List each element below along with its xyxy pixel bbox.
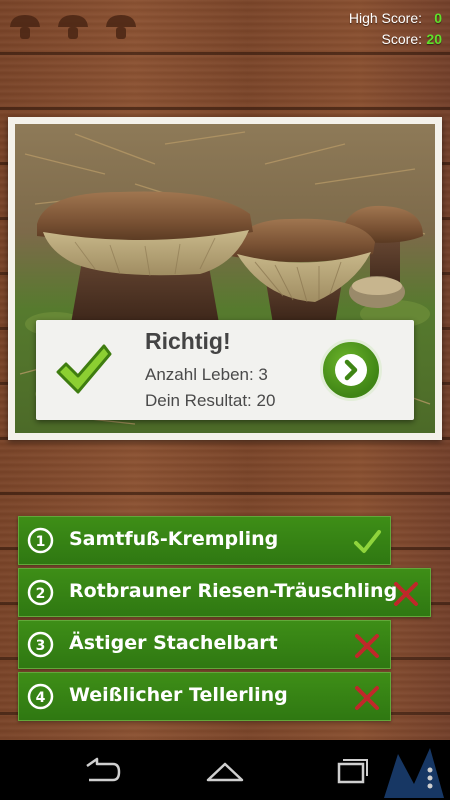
- checkmark-icon: [354, 530, 381, 553]
- high-score-value: 0: [434, 10, 442, 26]
- system-navigation-bar: [0, 740, 450, 800]
- watermark-logo: [384, 748, 444, 798]
- svg-text:2: 2: [36, 586, 46, 602]
- mushroom-icon: [10, 15, 40, 39]
- svg-text:4: 4: [36, 690, 46, 706]
- x-icon: [355, 634, 379, 658]
- number-circle-icon: 4: [27, 683, 54, 710]
- high-score-row: High Score: 0: [349, 8, 442, 29]
- home-icon[interactable]: [200, 752, 250, 788]
- next-button[interactable]: [320, 339, 382, 401]
- mushroom-icon: [58, 15, 88, 39]
- score-value: 20: [426, 31, 442, 47]
- mushroom-icon: [106, 15, 136, 39]
- answer-option-1[interactable]: 1 Samtfuß-Krempling: [18, 516, 391, 565]
- lives-indicator: [8, 12, 138, 42]
- score-row: Score: 20: [349, 29, 442, 50]
- result-card: Richtig! Anzahl Leben: 3 Dein Resultat: …: [36, 320, 414, 420]
- number-circle-icon: 2: [27, 579, 54, 606]
- back-icon[interactable]: [75, 752, 125, 788]
- result-score-text: Dein Resultat: 20: [145, 391, 276, 410]
- score-panel: High Score: 0 Score: 20: [349, 8, 442, 50]
- answer-option-2[interactable]: 2 Rotbrauner Riesen-Träuschling: [18, 568, 431, 617]
- number-circle-icon: 1: [27, 527, 54, 554]
- answer-option-3[interactable]: 3 Ästiger Stachelbart: [18, 620, 391, 669]
- answer-label: Samtfuß-Krempling: [69, 528, 279, 550]
- checkmark-icon: [56, 344, 112, 394]
- x-icon: [355, 686, 379, 710]
- score-label: Score:: [381, 31, 422, 47]
- answer-option-4[interactable]: 4 Weißlicher Tellerling: [18, 672, 391, 721]
- number-circle-icon: 3: [27, 631, 54, 658]
- chevron-right-icon: [344, 359, 358, 381]
- svg-text:3: 3: [36, 638, 46, 654]
- x-icon: [394, 582, 418, 606]
- high-score-label: High Score:: [348, 10, 422, 26]
- answer-label: Ästiger Stachelbart: [69, 632, 278, 654]
- answer-label: Weißlicher Tellerling: [69, 684, 288, 706]
- answer-label: Rotbrauner Riesen-Träuschling: [69, 580, 398, 602]
- lives-remaining-text: Anzahl Leben: 3: [145, 365, 268, 384]
- recent-apps-icon[interactable]: [325, 752, 375, 788]
- result-title: Richtig!: [145, 328, 231, 354]
- svg-text:1: 1: [36, 534, 46, 550]
